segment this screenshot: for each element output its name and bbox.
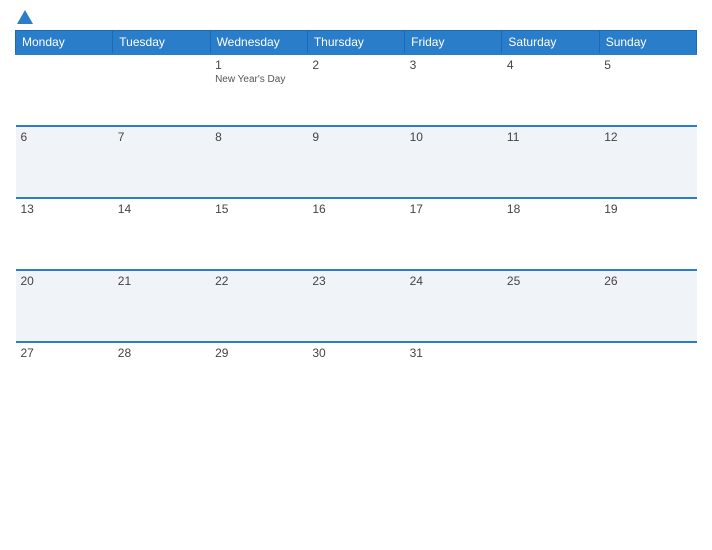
calendar-day-cell: 22 xyxy=(210,270,307,342)
calendar-day-cell: 19 xyxy=(599,198,696,270)
calendar-week-row: 6789 10 11 12 xyxy=(16,126,697,198)
day-number: 24 xyxy=(410,274,497,288)
day-number: 20 xyxy=(21,274,108,288)
calendar-day-cell: 7 xyxy=(113,126,210,198)
calendar-header-row: MondayTuesdayWednesdayThursdayFridaySatu… xyxy=(16,31,697,55)
calendar-day-cell xyxy=(599,342,696,414)
day-number: 19 xyxy=(604,202,691,216)
calendar-day-cell: 25 xyxy=(502,270,599,342)
logo-block xyxy=(15,10,33,24)
calendar-day-cell: 31 xyxy=(405,342,502,414)
calendar-day-cell: 26 xyxy=(599,270,696,342)
day-number: 27 xyxy=(21,346,108,360)
day-number: 15 xyxy=(215,202,302,216)
calendar-day-cell: 15 xyxy=(210,198,307,270)
calendar-day-cell: 24 xyxy=(405,270,502,342)
day-number: 2 xyxy=(312,58,399,72)
weekday-header: Wednesday xyxy=(210,31,307,55)
day-number: 5 xyxy=(604,58,691,72)
calendar-table: MondayTuesdayWednesdayThursdayFridaySatu… xyxy=(15,30,697,414)
day-number: 9 xyxy=(312,130,399,144)
day-number: 25 xyxy=(507,274,594,288)
weekday-header: Friday xyxy=(405,31,502,55)
calendar-day-cell: 14 xyxy=(113,198,210,270)
calendar-day-cell: 21 xyxy=(113,270,210,342)
calendar-week-row: 13 14 15 16 17 18 19 xyxy=(16,198,697,270)
weekday-header: Monday xyxy=(16,31,113,55)
day-number: 3 xyxy=(410,58,497,72)
day-number: 29 xyxy=(215,346,302,360)
calendar-day-cell xyxy=(16,54,113,126)
calendar-week-row: 20 21 22 23 24 25 26 xyxy=(16,270,697,342)
day-event: New Year's Day xyxy=(215,74,302,85)
weekday-header: Saturday xyxy=(502,31,599,55)
calendar-day-cell: 27 xyxy=(16,342,113,414)
day-number: 10 xyxy=(410,130,497,144)
calendar-day-cell: 9 xyxy=(307,126,404,198)
day-number: 14 xyxy=(118,202,205,216)
day-number: 31 xyxy=(410,346,497,360)
day-number: 28 xyxy=(118,346,205,360)
calendar-day-cell: 12 xyxy=(599,126,696,198)
calendar-day-cell: 17 xyxy=(405,198,502,270)
day-number: 6 xyxy=(21,130,108,144)
day-number: 18 xyxy=(507,202,594,216)
calendar-day-cell: 6 xyxy=(16,126,113,198)
day-number: 8 xyxy=(215,130,302,144)
calendar-day-cell: 13 xyxy=(16,198,113,270)
calendar-day-cell: 4 xyxy=(502,54,599,126)
calendar-header xyxy=(15,10,697,24)
calendar-day-cell: 30 xyxy=(307,342,404,414)
calendar-day-cell: 5 xyxy=(599,54,696,126)
weekday-header: Thursday xyxy=(307,31,404,55)
calendar-day-cell: 18 xyxy=(502,198,599,270)
day-number: 7 xyxy=(118,130,205,144)
calendar-day-cell: 8 xyxy=(210,126,307,198)
day-number: 22 xyxy=(215,274,302,288)
logo xyxy=(15,10,33,24)
logo-triangle-icon xyxy=(17,10,33,24)
calendar-day-cell xyxy=(113,54,210,126)
day-number: 4 xyxy=(507,58,594,72)
day-number: 30 xyxy=(312,346,399,360)
calendar-day-cell: 28 xyxy=(113,342,210,414)
calendar-week-row: 1 New Year's Day 2345 xyxy=(16,54,697,126)
weekday-header: Sunday xyxy=(599,31,696,55)
day-number: 11 xyxy=(507,130,594,144)
calendar-day-cell xyxy=(502,342,599,414)
calendar-day-cell: 23 xyxy=(307,270,404,342)
day-number: 26 xyxy=(604,274,691,288)
calendar-day-cell: 3 xyxy=(405,54,502,126)
calendar-day-cell: 10 xyxy=(405,126,502,198)
day-number: 23 xyxy=(312,274,399,288)
calendar-day-cell: 16 xyxy=(307,198,404,270)
logo-row1 xyxy=(15,10,33,24)
day-number: 21 xyxy=(118,274,205,288)
day-number: 16 xyxy=(312,202,399,216)
day-number: 12 xyxy=(604,130,691,144)
calendar-day-cell: 29 xyxy=(210,342,307,414)
weekday-header: Tuesday xyxy=(113,31,210,55)
day-number: 17 xyxy=(410,202,497,216)
day-number: 13 xyxy=(21,202,108,216)
calendar-day-cell: 1 New Year's Day xyxy=(210,54,307,126)
calendar-day-cell: 11 xyxy=(502,126,599,198)
calendar-week-row: 27 28 29 30 31 xyxy=(16,342,697,414)
calendar-day-cell: 20 xyxy=(16,270,113,342)
day-number: 1 xyxy=(215,58,302,72)
calendar-day-cell: 2 xyxy=(307,54,404,126)
calendar-page: MondayTuesdayWednesdayThursdayFridaySatu… xyxy=(0,0,712,550)
